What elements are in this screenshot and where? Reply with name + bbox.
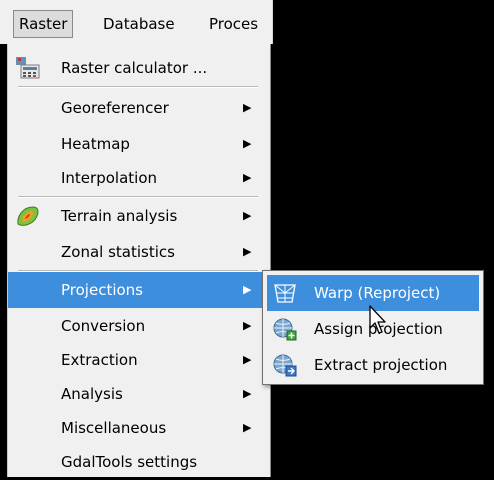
menu-item-label: Terrain analysis xyxy=(61,207,178,225)
menu-item-label: GdalTools settings xyxy=(61,453,198,471)
submenu-arrow-icon: ▶ xyxy=(243,101,252,114)
raster-calculator-icon xyxy=(15,56,41,80)
menu-item-label: Raster calculator ... xyxy=(61,59,208,77)
menu-item-label: Miscellaneous xyxy=(61,419,167,437)
menu-raster[interactable]: Raster xyxy=(13,10,74,38)
submenu-arrow-icon: ▶ xyxy=(243,171,252,184)
submenu-arrow-icon: ▶ xyxy=(243,421,252,434)
submenu-arrow-icon: ▶ xyxy=(243,387,252,400)
menu-item-terrain-analysis[interactable]: Terrain analysis ▶ xyxy=(8,198,263,234)
menu-separator xyxy=(18,86,258,88)
menu-item-heatmap[interactable]: Heatmap ▶ xyxy=(8,126,263,162)
menu-item-zonal-statistics[interactable]: Zonal statistics ▶ xyxy=(8,234,263,270)
menu-item-extraction[interactable]: Extraction ▶ xyxy=(8,342,263,378)
menu-item-label: Analysis xyxy=(61,385,123,403)
mouse-cursor-icon xyxy=(369,305,386,334)
extract-projection-globe-icon xyxy=(272,353,298,377)
menu-database[interactable]: Database xyxy=(98,10,180,38)
menu-item-gdaltools-settings[interactable]: GdalTools settings xyxy=(8,444,263,480)
submenu-item-extract-projection[interactable]: Extract projection xyxy=(267,347,479,383)
warp-globe-icon xyxy=(272,281,298,305)
menu-item-projections[interactable]: Projections ▶ xyxy=(8,272,263,308)
menu-bar: Raster Database Proces xyxy=(0,0,273,44)
menu-item-raster-calculator[interactable]: Raster calculator ... xyxy=(8,50,263,86)
menu-item-label: Heatmap xyxy=(61,135,130,153)
submenu-item-label: Extract projection xyxy=(314,356,448,374)
terrain-analysis-icon xyxy=(15,204,41,228)
menu-item-miscellaneous[interactable]: Miscellaneous ▶ xyxy=(8,410,263,446)
menu-processing[interactable]: Proces xyxy=(204,10,263,38)
menu-item-analysis[interactable]: Analysis ▶ xyxy=(8,376,263,412)
menu-item-label: Projections xyxy=(61,281,143,299)
menu-item-interpolation[interactable]: Interpolation ▶ xyxy=(8,160,263,196)
menu-item-label: Georeferencer xyxy=(61,99,169,117)
submenu-arrow-icon: ▶ xyxy=(243,245,252,258)
menu-item-label: Interpolation xyxy=(61,169,157,187)
submenu-arrow-icon: ▶ xyxy=(243,137,252,150)
menu-item-label: Extraction xyxy=(61,351,138,369)
raster-dropdown-menu: Raster calculator ... Georeferencer ▶ He… xyxy=(7,44,271,477)
menu-item-georeferencer[interactable]: Georeferencer ▶ xyxy=(8,90,263,126)
menu-item-label: Zonal statistics xyxy=(61,243,175,261)
assign-projection-globe-icon xyxy=(272,317,298,341)
submenu-arrow-icon: ▶ xyxy=(243,319,252,332)
menu-item-conversion[interactable]: Conversion ▶ xyxy=(8,308,263,344)
submenu-arrow-icon: ▶ xyxy=(243,283,252,296)
submenu-arrow-icon: ▶ xyxy=(243,209,252,222)
menu-item-label: Conversion xyxy=(61,317,146,335)
submenu-arrow-icon: ▶ xyxy=(243,353,252,366)
